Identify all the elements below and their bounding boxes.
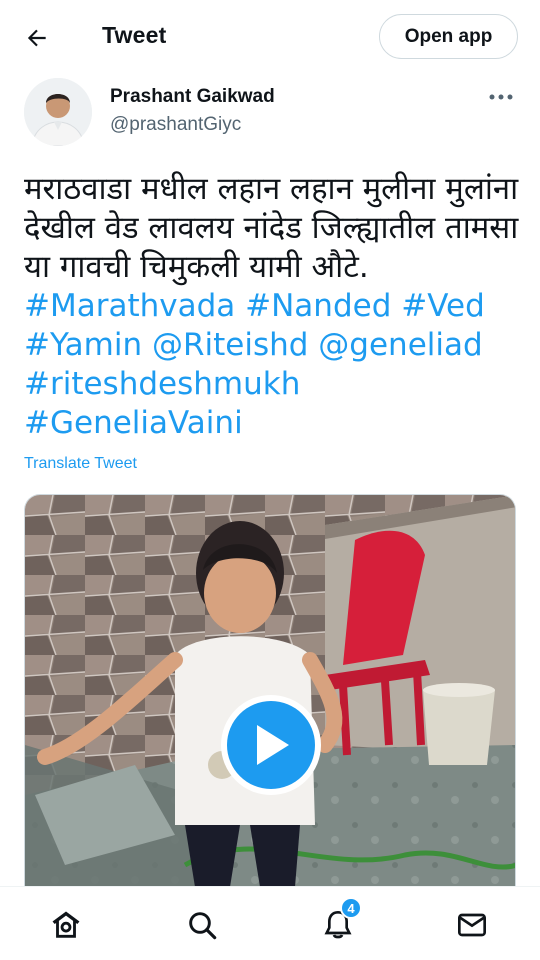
hashtag-ved[interactable]: #Ved: [401, 288, 485, 324]
search-icon: [189, 912, 217, 940]
nav-search[interactable]: [182, 905, 222, 945]
tweet-body-text: मराठवाडा मधील लहान लहान मुलीना मुलांना द…: [24, 171, 519, 285]
hashtag-marathvada[interactable]: #Marathvada: [24, 288, 235, 324]
home-icon: [52, 911, 80, 938]
nav-home[interactable]: [46, 905, 86, 945]
avatar-image: [24, 78, 92, 146]
page-title: Tweet: [102, 22, 167, 48]
hashtag-nanded[interactable]: #Nanded: [245, 288, 391, 324]
translate-tweet-link[interactable]: Translate Tweet: [24, 455, 137, 473]
bottom-navigation: 4: [0, 886, 540, 960]
tweet-author: Prashant Gaikwad @prashantGiyc: [0, 74, 540, 154]
arrow-left-icon: [27, 29, 46, 47]
avatar[interactable]: [24, 78, 92, 146]
hashtag-riteshdeshmukh[interactable]: #riteshdeshmukh: [24, 366, 300, 402]
hashtag-yamin[interactable]: #Yamin: [24, 327, 142, 363]
more-options-button[interactable]: [486, 84, 516, 110]
nav-notifications[interactable]: 4: [318, 897, 362, 945]
nav-messages[interactable]: [452, 905, 492, 945]
video-thumbnail: [25, 495, 515, 886]
mail-icon: [458, 913, 486, 937]
more-dots-icon: [489, 94, 513, 100]
notification-count-badge: 4: [340, 897, 362, 919]
hashtag-geneliavaini[interactable]: #GeneliaVaini: [24, 405, 243, 441]
back-button[interactable]: [18, 19, 56, 57]
play-button-inner: [227, 701, 315, 789]
play-button[interactable]: [221, 695, 321, 795]
author-name[interactable]: Prashant Gaikwad: [110, 86, 275, 108]
mention-geneliad[interactable]: @geneliad: [318, 327, 482, 363]
top-bar: Tweet Open app: [0, 0, 540, 74]
play-icon: [257, 725, 289, 765]
tweet-video[interactable]: [24, 494, 516, 886]
tweet-text: मराठवाडा मधील लहान लहान मुलीना मुलांना द…: [24, 170, 524, 443]
author-handle[interactable]: @prashantGiyc: [110, 114, 241, 136]
mention-riteishd[interactable]: @Riteishd: [152, 327, 308, 363]
open-app-button[interactable]: Open app: [379, 14, 518, 59]
